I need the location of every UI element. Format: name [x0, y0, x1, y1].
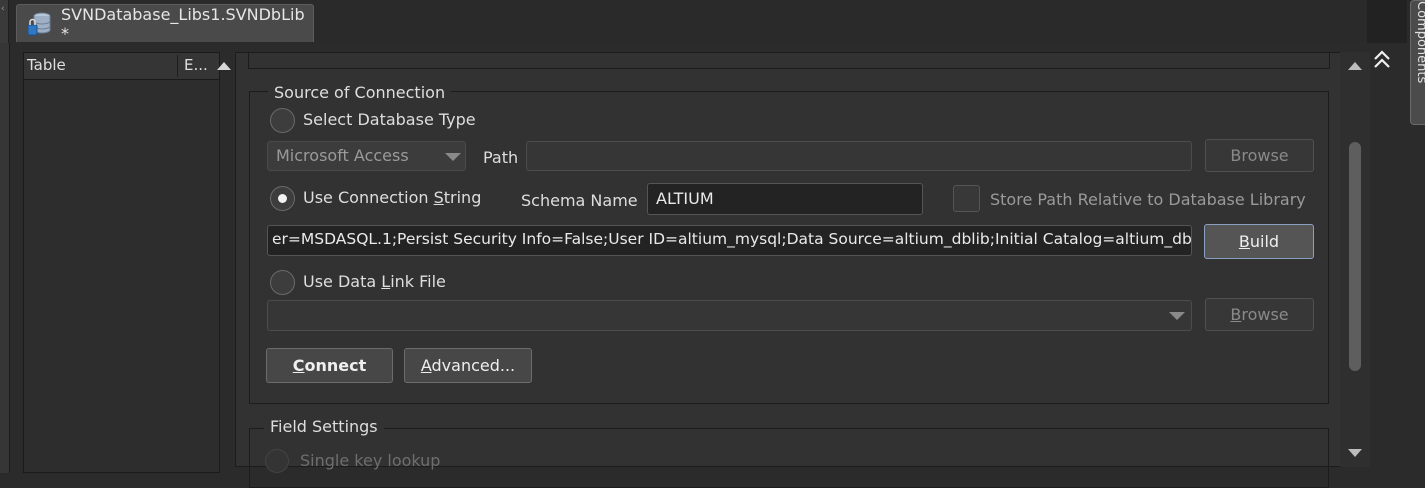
store-path-relative-checkbox[interactable]: [953, 185, 980, 212]
collapse-chevron-icon[interactable]: [1370, 48, 1394, 72]
scroll-thumb[interactable]: [1349, 142, 1361, 371]
store-path-relative-label: Store Path Relative to Database Library: [990, 190, 1306, 209]
source-of-connection-legend: Source of Connection: [268, 83, 452, 102]
connection-string-value: er=MSDASQL.1;Persist Security Info=False…: [272, 230, 1192, 248]
select-database-type-label: Select Database Type: [303, 110, 476, 129]
tab-scroll-left[interactable]: ‹: [0, 0, 9, 43]
connect-button[interactable]: Connect: [266, 348, 393, 383]
database-type-combo[interactable]: Microsoft Access: [267, 141, 466, 171]
database-type-value: Microsoft Access: [276, 146, 409, 165]
components-panel-tab[interactable]: Components: [1410, 0, 1425, 125]
schema-name-value: ALTIUM: [656, 189, 714, 208]
scroll-up-icon[interactable]: [1348, 62, 1362, 70]
use-data-link-file-radio[interactable]: [270, 270, 295, 295]
field-settings-group: Field Settings Single key lookup: [249, 417, 1329, 488]
field-settings-legend: Field Settings: [264, 417, 384, 436]
vertical-scrollbar[interactable]: [1340, 52, 1370, 467]
single-key-lookup-checkbox[interactable]: [265, 449, 289, 473]
path-label: Path: [483, 148, 519, 167]
scroll-down-icon[interactable]: [1348, 449, 1362, 457]
data-link-file-combo[interactable]: [267, 300, 1192, 331]
left-dock-strip: [0, 43, 10, 473]
source-of-connection-group: Source of Connection Select Database Typ…: [249, 83, 1329, 404]
database-icon: [27, 11, 53, 37]
schema-name-label: Schema Name: [521, 191, 638, 210]
table-list-panel[interactable]: Table E...: [23, 52, 231, 473]
tab-bar-filler: [1367, 0, 1407, 43]
connection-form-panel: Source of Connection Select Database Typ…: [235, 52, 1365, 488]
schema-name-input[interactable]: ALTIUM: [647, 183, 923, 215]
column-header-table[interactable]: Table: [27, 56, 66, 74]
chevron-down-icon: [445, 153, 461, 161]
document-tab-title: SVNDatabase_Libs1.SVNDbLib *: [61, 4, 305, 43]
path-input[interactable]: [526, 141, 1192, 171]
use-data-link-file-label: Use Data Link File: [303, 272, 446, 291]
column-header-enabled[interactable]: E...: [184, 56, 208, 74]
path-browse-button[interactable]: Browse: [1205, 139, 1314, 172]
document-tab[interactable]: SVNDatabase_Libs1.SVNDbLib *: [16, 4, 314, 43]
column-separator[interactable]: [177, 55, 178, 77]
use-connection-string-label: Use Connection String: [303, 188, 482, 207]
select-database-type-radio[interactable]: [270, 108, 295, 133]
single-key-lookup-label: Single key lookup: [300, 451, 441, 470]
table-list-header: Table E...: [24, 53, 231, 80]
chevron-down-icon: [1169, 312, 1185, 320]
sort-ascending-icon[interactable]: [217, 62, 231, 70]
previous-group-box: [248, 53, 1330, 69]
use-connection-string-radio[interactable]: [270, 186, 295, 211]
advanced-button[interactable]: Advanced...: [404, 348, 532, 383]
components-panel-label: Components: [1414, 1, 1425, 84]
data-link-browse-button[interactable]: Browse: [1205, 298, 1314, 331]
build-button[interactable]: Build: [1204, 224, 1314, 259]
connection-string-input[interactable]: er=MSDASQL.1;Persist Security Info=False…: [267, 225, 1192, 256]
